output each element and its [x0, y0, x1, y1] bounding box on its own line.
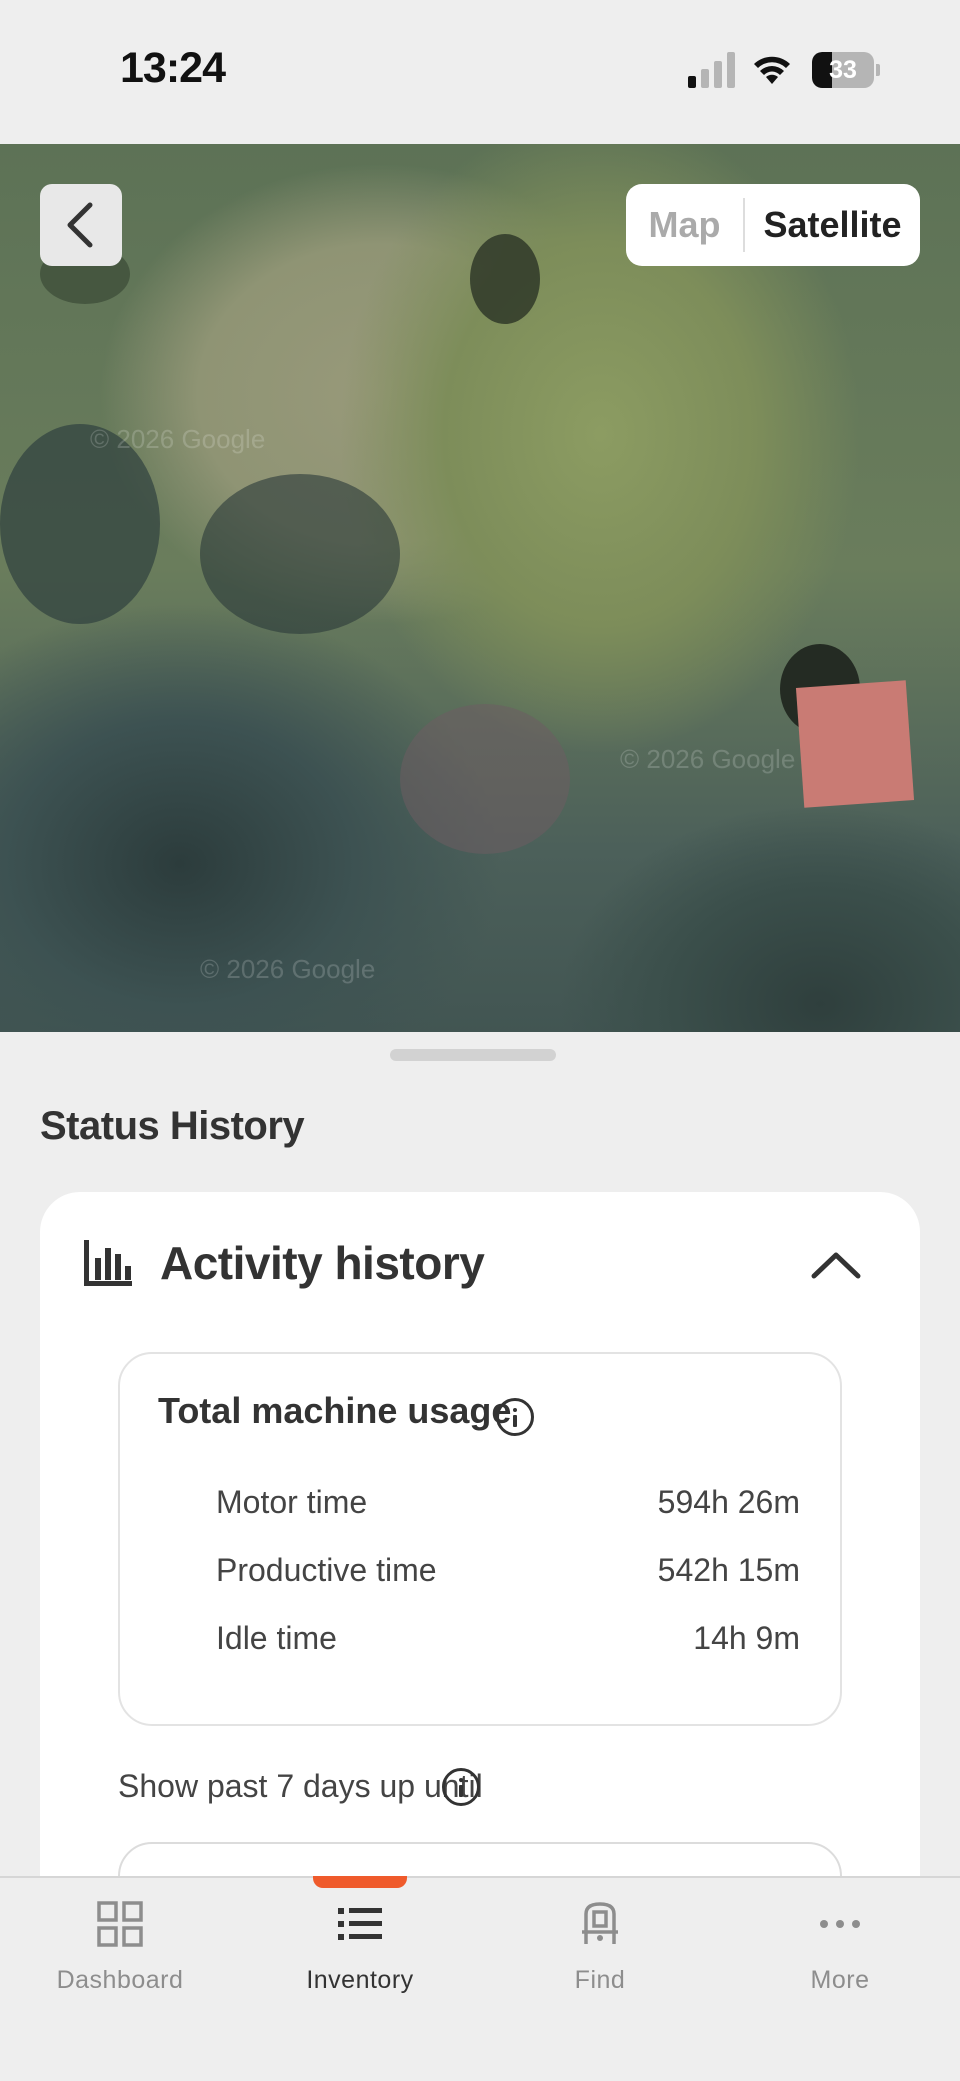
grid-icon [97, 1901, 143, 1947]
back-button[interactable] [40, 184, 122, 266]
map-tree [200, 474, 400, 634]
show-past-label: Show past 7 days up until [118, 1768, 483, 1804]
total-usage-title: Total machine usage [158, 1390, 512, 1431]
nav-label: More [810, 1966, 870, 1994]
map-type-satellite-button[interactable]: Satellite [745, 184, 920, 266]
chevron-up-icon[interactable] [810, 1250, 862, 1280]
map-type-toggle[interactable]: Map Satellite [626, 184, 920, 266]
signal-icon [688, 52, 735, 88]
map-watermark: © 2026 Google [200, 954, 376, 984]
machine-icon [582, 1902, 618, 1944]
map-tree [470, 234, 540, 324]
nav-label: Inventory [306, 1966, 414, 1994]
wifi-icon [754, 56, 790, 84]
page-title: Status History [40, 1104, 305, 1148]
activity-history-title: Activity history [160, 1237, 485, 1289]
usage-row-label: Productive time [216, 1552, 437, 1588]
usage-row-value: 542h 15m [657, 1552, 800, 1588]
battery-icon: 33 [812, 52, 880, 88]
usage-row-value: 14h 9m [693, 1620, 800, 1656]
usage-row-label: Motor time [216, 1484, 368, 1520]
usage-row-label: Idle time [216, 1620, 337, 1656]
nav-item-more[interactable]: More [720, 1878, 960, 2018]
sheet-tab [120, 1032, 840, 1092]
list-icon [338, 1908, 382, 1940]
nav-item-find[interactable]: Find [480, 1878, 720, 2018]
map-watermark: © 2026 Google [620, 744, 796, 774]
status-bar: 13:24 33 [0, 0, 960, 144]
nav-item-inventory[interactable]: Inventory [240, 1878, 480, 2018]
info-icon[interactable] [442, 1768, 480, 1806]
more-dots-icon [820, 1920, 860, 1928]
nav-item-dashboard[interactable]: Dashboard [0, 1878, 240, 2018]
nav-label: Dashboard [56, 1966, 184, 1994]
sheet-drag-handle[interactable] [390, 1049, 556, 1061]
usage-row-value: 594h 26m [657, 1484, 800, 1520]
chevron-left-icon [67, 202, 93, 248]
map-type-map-button[interactable]: Map [626, 184, 743, 266]
info-icon[interactable] [496, 1398, 534, 1436]
map-watermark: © 2026 Google [90, 424, 266, 454]
satellite-map[interactable]: © 2026 Google © 2026 Google © 2026 Googl… [0, 144, 960, 1084]
map-ground [400, 704, 570, 854]
map-roof [795, 680, 915, 808]
battery-percent: 33 [829, 56, 857, 84]
bar-chart-icon [84, 1240, 132, 1286]
status-time: 13:24 [120, 44, 226, 92]
nav-label: Find [574, 1966, 626, 1994]
